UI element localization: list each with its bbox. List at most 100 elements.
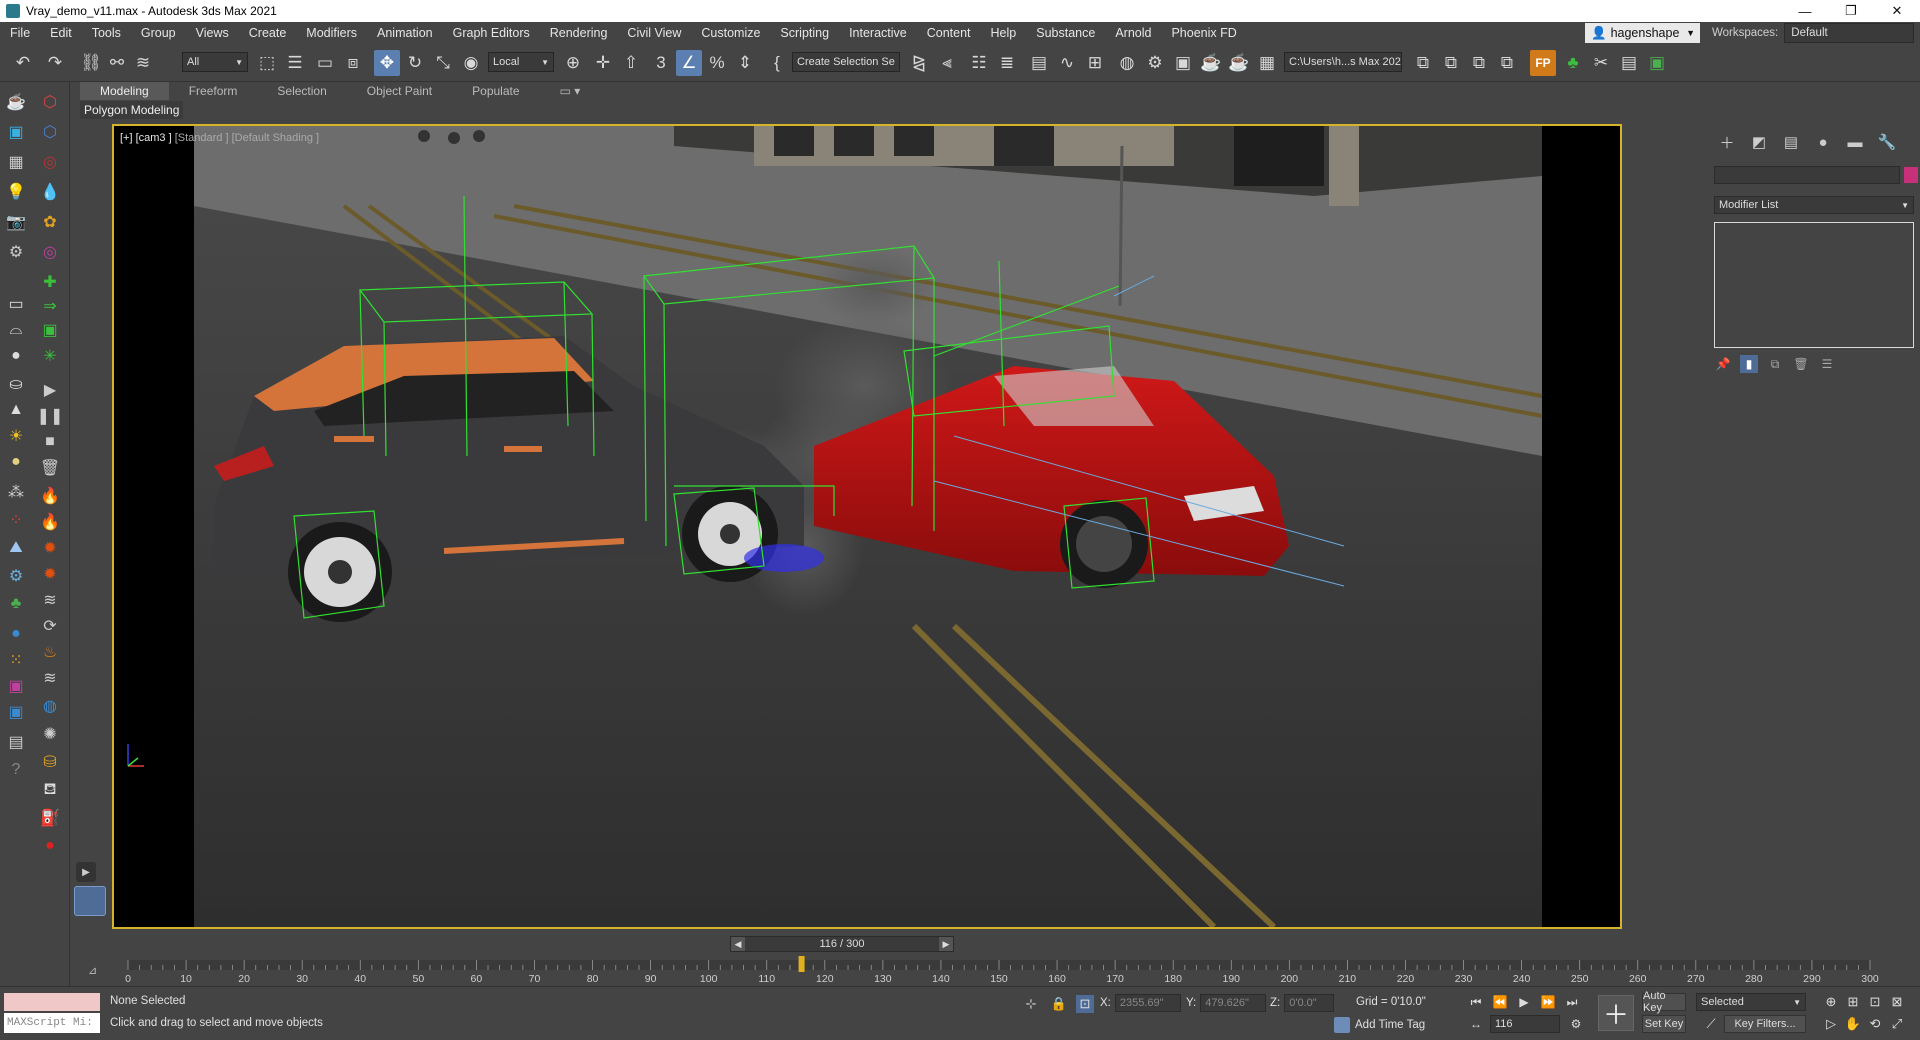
y-field[interactable]: 479.626" [1200, 994, 1267, 1012]
fire-icon-4[interactable]: ✹ [38, 562, 62, 586]
mirror-icon[interactable]: ⧎ [906, 50, 932, 76]
container-close-icon[interactable]: ⧉ [1466, 50, 1492, 76]
curve-editor-icon[interactable]: ∿ [1054, 50, 1080, 76]
rect-selection-icon[interactable]: ▭ [312, 50, 338, 76]
previous-frame-icon[interactable]: ⏪ [1490, 993, 1510, 1011]
render-setup-icon[interactable]: ⚙ [1142, 50, 1168, 76]
sun-icon[interactable]: ☀ [4, 424, 28, 448]
forest-pack-icon[interactable]: ♣ [1560, 50, 1586, 76]
go-to-end-icon[interactable]: ⏭ [1562, 993, 1582, 1011]
play-icon[interactable]: ▶ [38, 378, 62, 402]
default-in-out-tangents-icon[interactable]: ⟋ [1702, 1015, 1720, 1033]
set-key-button[interactable]: Set Key [1642, 1015, 1686, 1033]
pour-icon[interactable]: ⛽ [38, 806, 62, 830]
pivot-center-icon[interactable]: ⊕ [560, 50, 586, 76]
layer-explorer-icon[interactable]: ≣ [994, 50, 1020, 76]
plane-icon[interactable]: ▭ [4, 292, 28, 316]
object-color-swatch[interactable] [1904, 167, 1918, 183]
time-configuration-icon[interactable]: ⚙ [1566, 1015, 1586, 1033]
current-frame-marker[interactable] [798, 956, 805, 972]
workspace-dropdown[interactable]: Default [1784, 23, 1915, 43]
utilities-tab-icon[interactable]: 🔧 [1874, 130, 1900, 154]
z-field[interactable]: 0'0.0" [1284, 994, 1335, 1012]
fire-icon-1[interactable]: 🔥 [38, 484, 62, 508]
align-icon[interactable]: ⫷ [934, 50, 960, 76]
foliage-icon[interactable]: ♣ [4, 592, 28, 616]
bind-space-warp-icon[interactable]: ≋ [130, 50, 156, 76]
modifier-stack[interactable] [1714, 222, 1914, 348]
time-slider[interactable]: ◀ 116 / 300 ▶ [730, 936, 954, 952]
box-icon[interactable]: ⬡ [38, 120, 62, 144]
dome-icon[interactable]: ⌓ [4, 318, 28, 342]
menu-arnold[interactable]: Arnold [1105, 26, 1161, 40]
orbit-icon[interactable]: ⟲ [1866, 1015, 1884, 1033]
menu-group[interactable]: Group [131, 26, 186, 40]
show-end-result-icon[interactable]: ▮ [1740, 355, 1758, 373]
play-animation-icon[interactable]: ▶ [1514, 993, 1534, 1011]
voxel-icon[interactable]: ◎ [38, 240, 62, 264]
next-frame-icon[interactable]: ⏩ [1538, 993, 1558, 1011]
select-by-name-icon[interactable]: ☰ [282, 50, 308, 76]
ocean-icon[interactable]: ◍ [38, 694, 62, 718]
fire-source-icon[interactable]: ◎ [38, 150, 62, 174]
ribbon-toggle-icon[interactable]: ▤ [1026, 50, 1052, 76]
maxscript-mini-listener[interactable]: MAXScript Mi: [4, 1013, 100, 1033]
menu-edit[interactable]: Edit [40, 26, 82, 40]
arrow-right-icon[interactable]: ⇒ [38, 294, 62, 318]
cup-icon[interactable]: ⛾ [38, 778, 62, 802]
flame-icon[interactable]: ♨ [38, 640, 62, 664]
render-gallery-icon[interactable]: ▦ [1254, 50, 1280, 76]
particle-shader-icon[interactable]: ✿ [38, 210, 62, 234]
add-time-tag-button[interactable]: Add Time Tag [1334, 1017, 1425, 1033]
ribbon-options-icon[interactable]: ▭ ▾ [540, 82, 601, 100]
zoom-extents-all-icon[interactable]: ⊠ [1888, 993, 1906, 1011]
container-update-icon[interactable]: ⧉ [1494, 50, 1520, 76]
project-folder-dropdown[interactable]: C:\Users\h...s Max 2021▼ [1284, 52, 1402, 72]
object-name-field[interactable] [1714, 166, 1900, 184]
snaps-toggle-icon[interactable]: 3 [648, 50, 674, 76]
viewport-menu-label[interactable]: [+] [cam3 ] [120, 132, 172, 144]
redo-icon[interactable]: ↷ [42, 50, 68, 76]
helpers-icon[interactable]: ⚙ [4, 240, 28, 264]
modifier-list-dropdown[interactable]: Modifier List ▼ [1714, 196, 1914, 214]
next-frame-arrow[interactable]: ▶ [939, 937, 953, 951]
grid-icon[interactable]: ✚ [38, 270, 62, 294]
polygon-modeling-panel[interactable]: Polygon Modeling [80, 101, 184, 119]
trash-icon[interactable]: 🗑 [38, 456, 62, 480]
tab-modeling[interactable]: Modeling [80, 82, 169, 100]
maximize-viewport-icon[interactable]: ⤢ [1888, 1015, 1906, 1033]
viewport-cam3[interactable]: [+] [cam3 ] [Standard ] [Default Shading… [112, 124, 1622, 929]
scene-explorer-icon[interactable]: ☷ [966, 50, 992, 76]
menu-substance[interactable]: Substance [1026, 26, 1105, 40]
percent-snap-icon[interactable]: % [704, 50, 730, 76]
tab-selection[interactable]: Selection [257, 82, 346, 100]
close-button[interactable]: ✕ [1874, 0, 1920, 22]
tab-populate[interactable]: Populate [452, 82, 539, 100]
edit-named-sets-icon[interactable]: { [764, 50, 790, 76]
tab-object-paint[interactable]: Object Paint [347, 82, 452, 100]
camera-icon[interactable]: 📷 [4, 210, 28, 234]
light-icon[interactable]: 💡 [4, 180, 28, 204]
tornado-icon[interactable]: ≋ [38, 588, 62, 612]
spark-icon[interactable]: ✳ [38, 344, 62, 368]
render-frame-icon[interactable]: ▦ [4, 150, 28, 174]
phoenix-sim-icon[interactable]: ⬡ [38, 90, 62, 114]
selection-lock-icon[interactable]: 🔒 [1050, 995, 1068, 1013]
container-open-icon[interactable]: ⧉ [1438, 50, 1464, 76]
auto-key-button[interactable]: Auto Key [1642, 990, 1686, 1014]
absolute-mode-icon[interactable]: ⊡ [1076, 995, 1094, 1013]
viewport-render-label[interactable]: [Standard ] [172, 132, 229, 144]
phoenix-fd-icon[interactable]: FP [1530, 50, 1556, 76]
swirl-icon[interactable]: ⟳ [38, 614, 62, 638]
key-mode-dropdown[interactable]: Selected ▼ [1696, 993, 1806, 1011]
stop-icon[interactable]: ■ [38, 430, 62, 454]
select-object-icon[interactable]: ⬚ [254, 50, 280, 76]
menu-scripting[interactable]: Scripting [770, 26, 839, 40]
bucket-icon[interactable]: ⛁ [38, 750, 62, 774]
pot-icon[interactable]: ⛀ [4, 372, 28, 396]
material-editor-icon[interactable]: ◍ [1114, 50, 1140, 76]
zoom-all-icon[interactable]: ⊞ [1844, 993, 1862, 1011]
menu-interactive[interactable]: Interactive [839, 26, 917, 40]
container-tool-icon[interactable]: ⧉ [1410, 50, 1436, 76]
current-frame-field[interactable]: 116 [1490, 1015, 1560, 1033]
